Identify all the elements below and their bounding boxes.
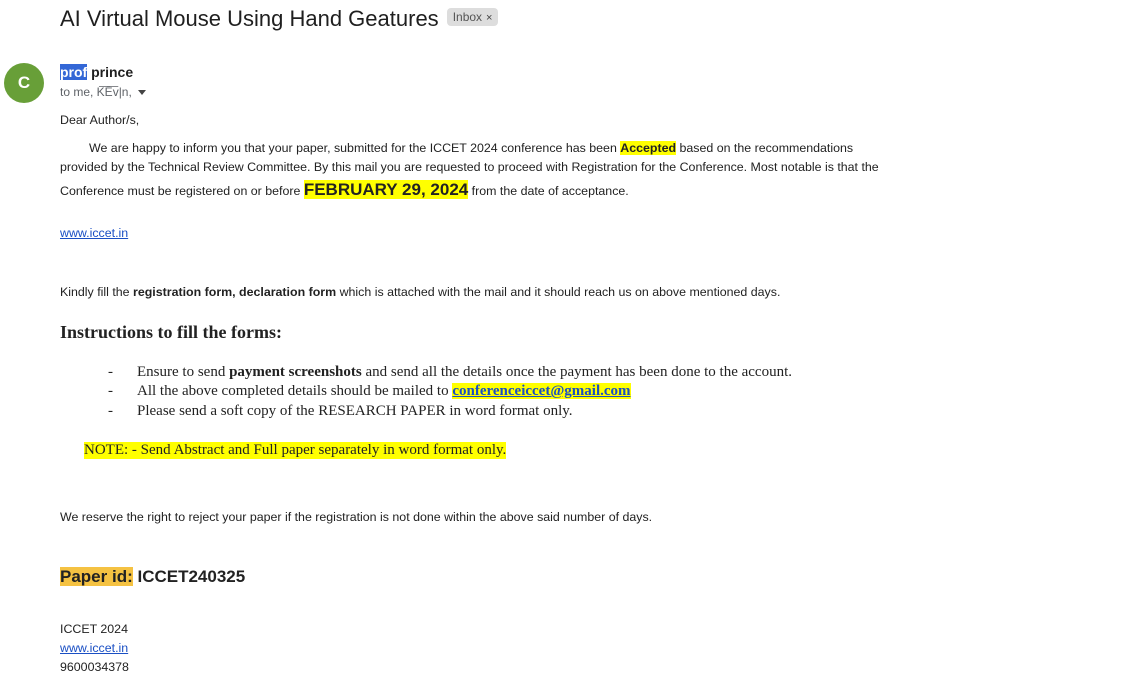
signature-website-line: www.iccet.in (60, 641, 128, 655)
bullet-text: Ensure to send (137, 364, 230, 380)
sender-first-name: prof (60, 64, 88, 80)
paper-id: Paper id: ICCET240325 (60, 567, 245, 587)
bullet-bold: payment screenshots (229, 364, 362, 380)
note-highlight: NOTE: - Send Abstract and Full paper sep… (84, 442, 507, 459)
body-line-3: Conference must be registered on or befo… (60, 180, 629, 200)
website-link[interactable]: www.iccet.in (60, 226, 128, 240)
forms-bold: registration form, declaration form (133, 285, 337, 299)
sender-last-name: prince (87, 64, 134, 80)
body-text: which is attached with the mail and it s… (336, 285, 781, 299)
body-text: from the date of acceptance. (468, 184, 629, 198)
subject-text: AI Virtual Mouse Using Hand Geatures (60, 6, 439, 31)
reserve-line: We reserve the right to reject your pape… (60, 510, 653, 524)
email-link[interactable]: conferenceiccet@gmail.com (452, 383, 631, 399)
avatar[interactable]: C (4, 63, 44, 103)
inbox-label-chip[interactable]: Inbox × (446, 8, 499, 27)
instructions-heading: Instructions to fill the forms: (60, 322, 282, 342)
recipients-text: to me, K͞E͞v|n, (60, 85, 132, 99)
email-subject: AI Virtual Mouse Using Hand Geatures Inbo… (60, 6, 499, 32)
body-line-1: We are happy to inform you that your pap… (89, 141, 853, 155)
signature-org: ICCET 2024 (60, 622, 128, 636)
signature-phone: 9600034378 (60, 660, 129, 674)
bullet-item-2: - All the above completed details should … (108, 383, 631, 400)
bullet-item-3: - Please send a soft copy of the RESEARCH… (108, 403, 573, 420)
bullet-dash: - (108, 403, 113, 419)
body-text: We are happy to inform you that your pap… (89, 141, 621, 155)
accepted-highlight: Accepted (620, 141, 677, 155)
bullet-text: Please send a soft copy of the RESEARCH … (137, 403, 573, 419)
sender-name[interactable]: prof prince (60, 64, 133, 80)
fill-forms-line: Kindly fill the registration form, decla… (60, 285, 780, 299)
body-line-2: provided by the Technical Review Committ… (60, 160, 879, 174)
body-text: based on the recommendations (676, 141, 854, 155)
bullet-item-1: - Ensure to send payment screenshots and … (108, 364, 792, 381)
paper-id-value: ICCET240325 (132, 567, 246, 586)
label-text: Inbox (452, 10, 483, 25)
remove-label-icon[interactable]: × (486, 12, 492, 24)
deadline-highlight: FEBRUARY 29, 2024 (303, 180, 469, 199)
body-text: Conference must be registered on or befo… (60, 184, 304, 198)
paper-id-label: Paper id: (60, 567, 133, 586)
bullet-text: and send all the details once the paymen… (361, 364, 792, 380)
bullet-dash: - (108, 383, 113, 399)
chevron-down-icon[interactable] (137, 90, 146, 96)
body-text: Kindly fill the (60, 285, 134, 299)
bullet-text: All the above completed details should b… (137, 383, 453, 399)
signature-website-link[interactable]: www.iccet.in (60, 641, 128, 655)
greeting: Dear Author/s, (60, 113, 140, 127)
recipients-line[interactable]: to me, K͞E͞v|n, (60, 85, 146, 99)
bullet-dash: - (108, 364, 113, 380)
website-link-line: www.iccet.in (60, 226, 128, 240)
